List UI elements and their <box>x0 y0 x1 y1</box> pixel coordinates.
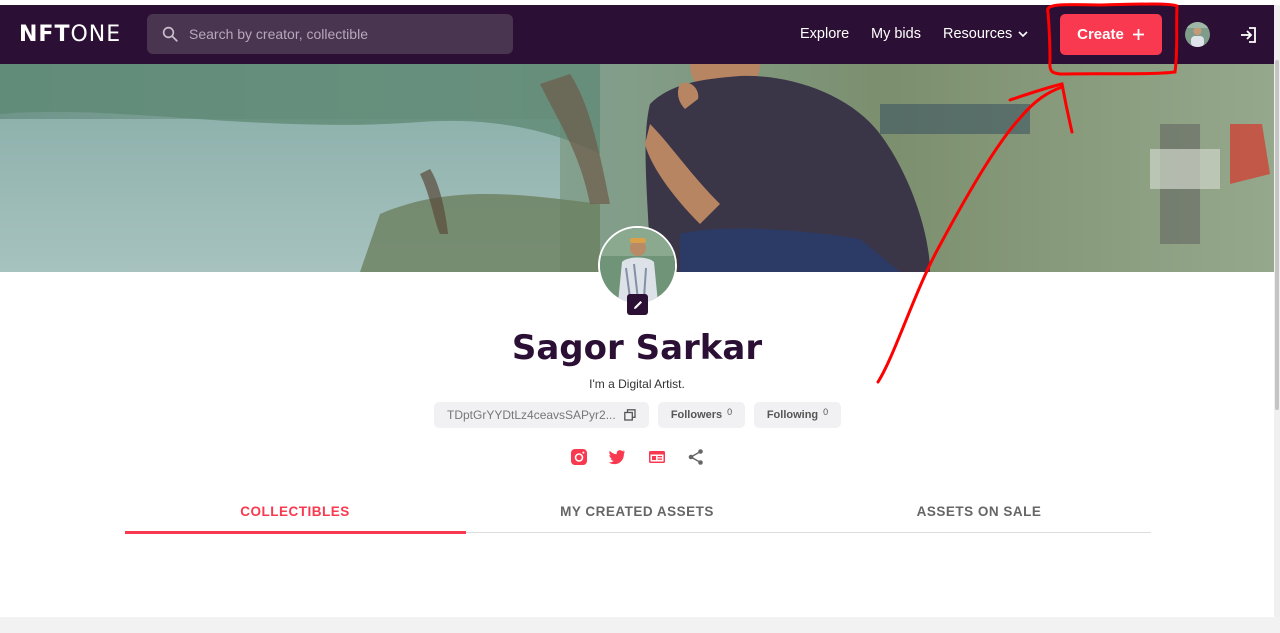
logout-icon[interactable] <box>1238 25 1258 45</box>
share-icon[interactable] <box>687 448 705 466</box>
wallet-address: TDptGrYYDtLz4ceavsSAPyr2... <box>447 408 616 422</box>
logo[interactable]: NFTONE <box>19 22 121 47</box>
following-pill[interactable]: Following 0 <box>754 402 841 428</box>
logo-nft-text: NFT <box>19 22 71 47</box>
nav-resources[interactable]: Resources <box>943 26 1012 42</box>
navbar: NFTONE Explore My bids Resources Create <box>0 5 1274 64</box>
create-button[interactable]: Create <box>1060 14 1162 55</box>
user-avatar[interactable] <box>1185 22 1210 47</box>
copy-icon[interactable] <box>624 409 636 421</box>
pencil-icon <box>633 300 642 309</box>
nav-explore[interactable]: Explore <box>800 26 849 42</box>
search-box[interactable] <box>147 14 513 54</box>
search-icon <box>162 26 178 42</box>
edit-avatar-button[interactable] <box>627 294 648 315</box>
wallet-address-pill[interactable]: TDptGrYYDtLz4ceavsSAPyr2... <box>434 402 649 428</box>
tab-my-created-assets[interactable]: MY CREATED ASSETS <box>466 504 808 519</box>
following-count: 0 <box>823 407 829 417</box>
bottom-bar <box>0 617 1280 633</box>
nav-my-bids[interactable]: My bids <box>871 26 921 42</box>
followers-count: 0 <box>727 407 733 417</box>
avatar-image <box>1185 22 1210 47</box>
following-label: Following <box>766 409 819 421</box>
scrollbar-thumb[interactable] <box>1275 60 1279 410</box>
search-input[interactable] <box>189 14 499 54</box>
active-tab-indicator <box>125 531 466 534</box>
followers-label: Followers <box>670 409 723 421</box>
plus-icon <box>1132 29 1144 40</box>
profile-photo <box>600 228 675 303</box>
create-button-label: Create <box>1077 26 1124 43</box>
website-icon[interactable] <box>648 448 666 466</box>
followers-pill[interactable]: Followers 0 <box>658 402 745 428</box>
profile-name: Sagor Sarkar <box>511 328 763 368</box>
tab-collectibles[interactable]: COLLECTIBLES <box>124 504 466 519</box>
profile-bio: I'm a Digital Artist. <box>589 377 685 391</box>
twitter-icon[interactable] <box>608 448 626 466</box>
tab-assets-on-sale[interactable]: ASSETS ON SALE <box>808 504 1150 519</box>
chevron-down-icon[interactable] <box>1017 28 1029 40</box>
instagram-icon[interactable] <box>570 448 588 466</box>
logo-one-text: ONE <box>70 22 122 47</box>
